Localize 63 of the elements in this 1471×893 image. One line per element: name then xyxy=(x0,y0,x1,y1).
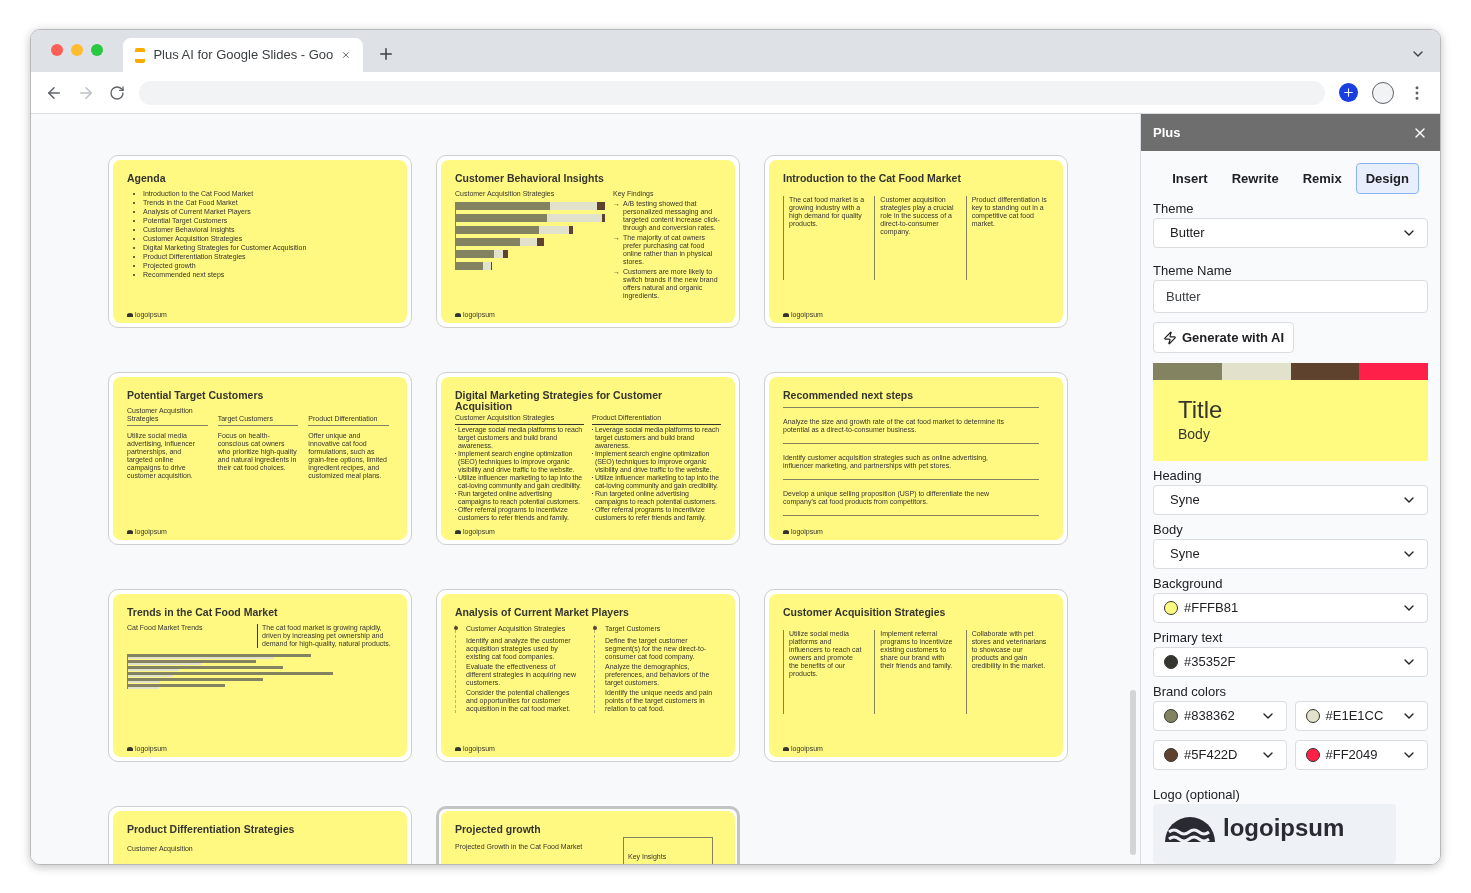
tab[interactable]: Design xyxy=(1355,163,1419,194)
dropdown[interactable]: Butter xyxy=(1153,218,1428,248)
logo-icon xyxy=(127,313,133,317)
field-label: Body xyxy=(1153,522,1184,537)
slide-title: Recommended next steps xyxy=(783,390,915,401)
logo-icon xyxy=(127,747,133,751)
logo-icon xyxy=(455,313,461,317)
logo-icon xyxy=(783,313,789,317)
tab[interactable]: Insert xyxy=(1162,163,1218,194)
field-label: Background xyxy=(1153,576,1224,591)
field-label: Theme xyxy=(1153,201,1195,216)
new-tab-icon[interactable] xyxy=(377,45,395,63)
browser-tab[interactable]: Plus AI for Google Slides - Goo xyxy=(123,38,363,72)
reload-icon[interactable] xyxy=(109,84,125,101)
dropdown[interactable]: #FF2049 xyxy=(1294,740,1428,770)
dropdown[interactable]: #E1E1CC xyxy=(1294,701,1428,731)
slide-thumbnail[interactable] xyxy=(436,589,740,762)
logo-icon xyxy=(127,530,133,534)
slides-icon xyxy=(135,47,146,63)
field-label: Heading xyxy=(1153,468,1203,483)
slide-title: Analysis of Current Market Players xyxy=(455,607,630,618)
dropdown[interactable]: Syne xyxy=(1153,539,1428,569)
logo-icon xyxy=(455,747,461,751)
close-window-icon[interactable] xyxy=(51,44,63,56)
slide-title: Trends in the Cat Food Market xyxy=(127,607,279,618)
tab[interactable]: Remix xyxy=(1292,163,1352,194)
slide-title: Digital Marketing Strategies for Customer Acquisition xyxy=(455,390,664,412)
scrollbar[interactable] xyxy=(1130,690,1136,855)
logo-icon xyxy=(455,530,461,534)
slide-thumbnail[interactable] xyxy=(108,155,412,328)
slide-thumbnail[interactable] xyxy=(764,155,1068,328)
extension-icon[interactable] xyxy=(1339,83,1358,102)
theme-name-field[interactable]: Butter xyxy=(1153,280,1428,313)
tab[interactable]: Rewrite xyxy=(1221,163,1289,194)
slide-thumbnail[interactable] xyxy=(436,372,740,545)
dropdown[interactable]: #FFFB81 xyxy=(1153,593,1428,623)
field-label: Logo (optional) xyxy=(1153,787,1241,802)
logo-preview: logoipsum xyxy=(1153,804,1396,864)
slide-thumbnail[interactable] xyxy=(764,372,1068,545)
slide-title: Introduction to the Cat Food Market xyxy=(783,173,962,184)
dropdown[interactable]: #838362 xyxy=(1153,701,1287,731)
slide-thumbnail[interactable] xyxy=(436,155,740,328)
panel-title: Plus xyxy=(1153,123,1181,142)
slide-title: Customer Acquisition Strategies xyxy=(783,607,947,618)
slide-title: Agenda xyxy=(127,173,167,184)
theme-preview: Title Body xyxy=(1153,380,1428,461)
field-label: Primary text xyxy=(1153,630,1224,645)
slide-thumbnail[interactable] xyxy=(764,589,1068,762)
slide-title: Potential Target Customers xyxy=(127,390,265,401)
dropdown[interactable]: #35352F xyxy=(1153,647,1428,677)
dropdown[interactable]: Syne xyxy=(1153,485,1428,515)
field-label: Brand colors xyxy=(1153,684,1227,699)
dropdown[interactable]: #5F422D xyxy=(1153,740,1287,770)
slide-title: Product Differentiation Strategies xyxy=(127,824,296,835)
slide-title: Projected growth xyxy=(455,824,542,835)
slide-title: Customer Behavioral Insights xyxy=(455,173,605,184)
slide-thumbnail[interactable] xyxy=(108,372,412,545)
logo-icon xyxy=(783,747,789,751)
field-label: Theme Name xyxy=(1153,263,1233,278)
profile-avatar[interactable] xyxy=(1372,81,1394,104)
logo-icon xyxy=(783,530,789,534)
lightning-icon xyxy=(1163,330,1177,345)
generate-button[interactable]: Generate with AI xyxy=(1153,322,1295,353)
